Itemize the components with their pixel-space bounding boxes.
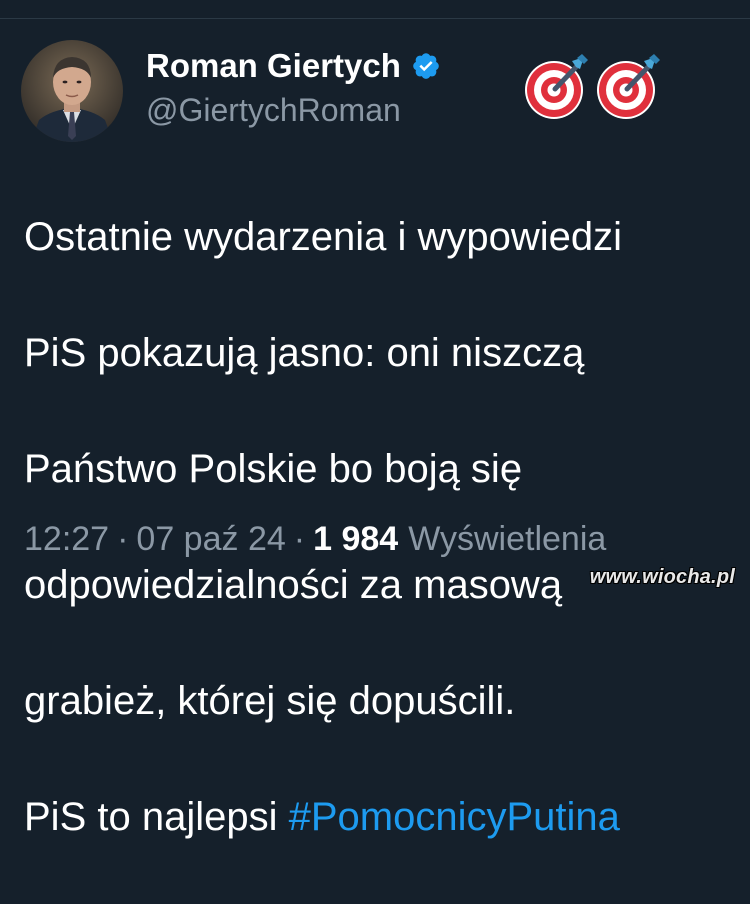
avatar-image xyxy=(21,40,123,142)
author-name-row[interactable]: Roman Giertych xyxy=(146,44,441,88)
tweet-line: Państwo Polskie bo boją się xyxy=(24,447,523,491)
meta-separator: · xyxy=(293,520,306,558)
tweet-time[interactable]: 12:27 xyxy=(24,520,109,559)
avatar[interactable] xyxy=(21,40,123,142)
tweet-line: Ostatnie wydarzenia i wypowiedzi xyxy=(24,215,623,259)
target-icon xyxy=(597,54,660,119)
tweet-line: grabież, której się dopuścili. xyxy=(24,679,516,723)
tweet-line: PiS pokazują jasno: oni niszczą xyxy=(24,331,585,375)
meta-separator: · xyxy=(117,520,129,558)
author-handle[interactable]: @GiertychRoman xyxy=(146,92,401,129)
tweet: Roman Giertych @GiertychRoman Ostatnie w… xyxy=(0,0,750,839)
watermark: www.wiocha.pl xyxy=(589,566,735,588)
tweet-meta: 12:27 · 07 paź 24 · 1 984 Wyświetlenia xyxy=(24,520,606,559)
hashtag-link[interactable]: #PomocnicyPutina xyxy=(289,795,620,839)
verified-badge-icon xyxy=(411,51,441,81)
views-label: Wyświetlenia xyxy=(408,520,607,558)
tweet-date[interactable]: 07 paź 24 xyxy=(136,520,285,559)
tweet-line-prefix: PiS to najlepsi xyxy=(24,795,289,839)
target-icon xyxy=(525,54,588,119)
name-emojis xyxy=(522,52,664,122)
author-display-name[interactable]: Roman Giertych xyxy=(146,47,401,85)
tweet-line-last: PiS to najlepsi #PomocnicyPutina xyxy=(24,788,734,846)
views-count[interactable]: 1 984 xyxy=(313,520,398,559)
